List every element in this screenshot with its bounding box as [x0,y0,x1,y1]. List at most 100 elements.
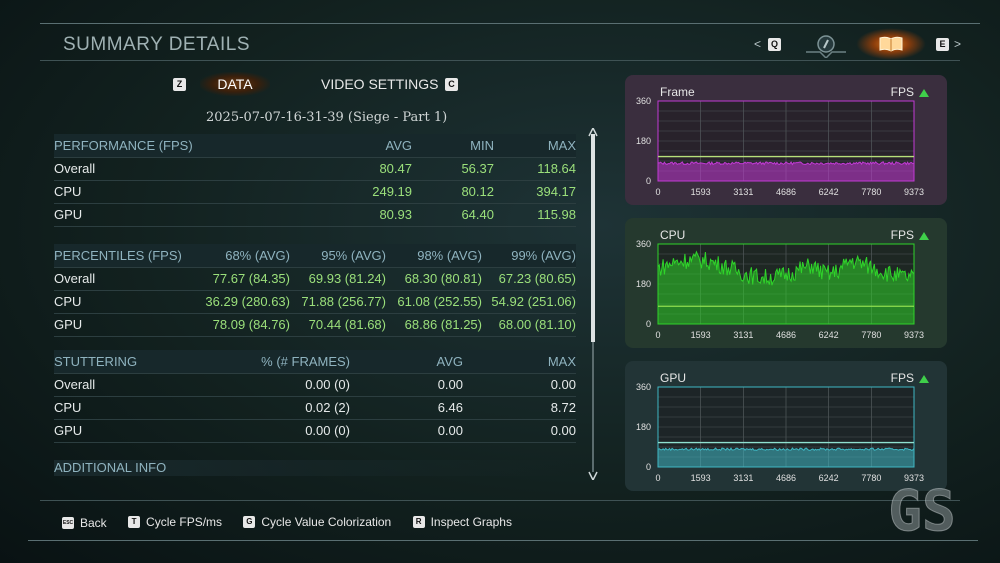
footer-label: Cycle Value Colorization [261,515,392,529]
cell: 249.19 [274,180,412,204]
prev-tab-key[interactable]: Z [173,78,186,91]
footer-inspect-graphs[interactable]: R Inspect Graphs [412,515,512,529]
stuttering-title: STUTTERING [54,350,202,374]
col-percent-frames: % (# FRAMES) [202,350,350,374]
cell: 64.40 [412,203,494,227]
cell: 80.12 [412,180,494,204]
tab-video-settings[interactable]: VIDEO SETTINGS [321,72,438,96]
x-tick-label: 3131 [733,330,753,340]
book-icon[interactable] [856,28,926,60]
next-tab-key[interactable]: C [445,78,458,91]
series-area [658,448,914,467]
cell: 70.44 (81.68) [290,313,386,337]
graph-unit: FPS [890,228,914,242]
col-p98: 98% (AVG) [386,244,482,268]
y-tick-label: 360 [636,239,651,249]
y-tick-label: 0 [646,462,651,472]
graph-title: GPU [660,371,687,385]
stuttering-table: STUTTERING % (# FRAMES) AVG MAX Overall … [54,350,576,443]
performance-table: PERFORMANCE (FPS) AVG MIN MAX Overall 80… [54,134,576,227]
x-tick-label: 3131 [733,187,753,197]
t-key: T [128,516,141,528]
x-tick-label: 4686 [776,187,796,197]
y-tick-label: 180 [636,136,651,146]
x-tick-label: 1593 [691,330,711,340]
footer-label: Back [80,516,107,530]
row-label: Overall [54,157,274,181]
cell: 78.09 (84.76) [202,313,290,337]
col-p95: 95% (AVG) [290,244,386,268]
row-label: GPU [54,419,202,443]
table-row: GPU 80.93 64.40 115.98 [54,203,576,227]
cell: 6.46 [350,396,463,420]
cell: 80.93 [274,203,412,227]
cpu-graph-panel[interactable]: 360 180 0 0 1593 3131 4686 6242 7780 9373 CPU FPS [625,218,947,348]
tab-bar: Z DATA VIDEO SETTINGS C [172,72,472,96]
next-page-key[interactable]: E [936,38,949,51]
footer-cycle-fps[interactable]: T Cycle FPS/ms [128,515,222,529]
col-max: MAX [494,134,576,158]
cell: 0.00 [463,419,576,443]
table-row: CPU 36.29 (280.63) 71.88 (256.77) 61.08 … [54,290,576,314]
y-tick-label: 0 [646,319,651,329]
cell: 118.64 [494,157,576,181]
x-tick-label: 1593 [691,187,711,197]
g-key: G [243,516,256,528]
additional-info-header: ADDITIONAL INFO [54,460,576,476]
watermark-text: GS [888,480,955,540]
cell: 0.02 (2) [202,396,350,420]
col-avg: AVG [350,350,463,374]
row-label: Overall [54,373,202,397]
page-title: SUMMARY DETAILS [63,34,250,55]
cell: 115.98 [494,203,576,227]
table-row: Overall 80.47 56.37 118.64 [54,157,576,181]
percentiles-title: PERCENTILES (FPS) [54,244,202,268]
footer-label: Inspect Graphs [430,515,512,529]
percentiles-header: PERCENTILES (FPS) 68% (AVG) 95% (AVG) 98… [54,244,576,268]
y-tick-label: 180 [636,279,651,289]
cell: 56.37 [412,157,494,181]
x-tick-label: 3131 [733,473,753,483]
cell: 0.00 (0) [202,373,350,397]
y-tick-label: 0 [646,176,651,186]
y-tick-label: 180 [636,422,651,432]
tab-data[interactable]: DATA [200,72,270,96]
footer-cycle-colorization[interactable]: G Cycle Value Colorization [243,515,391,529]
table-row: Overall 0.00 (0) 0.00 0.00 [54,373,576,397]
gpu-graph-panel[interactable]: 360 180 0 0 1593 3131 4686 6242 7780 9373 GPU FPS [625,361,947,491]
col-avg: AVG [274,134,412,158]
x-tick-label: 6242 [819,187,839,197]
cell: 69.93 (81.24) [290,267,386,291]
triangle-up-icon [919,375,929,383]
top-nav: < Q E > [752,28,972,62]
frame-graph-panel[interactable]: 360 180 0 0 1593 3131 4686 6242 7780 9373 Frame F… [625,75,947,205]
row-label: GPU [54,203,274,227]
cell: 68.30 (80.81) [386,267,482,291]
graph-unit: FPS [890,371,914,385]
prev-page-key[interactable]: Q [768,38,781,51]
compass-icon[interactable] [804,32,848,60]
x-tick-label: 0 [655,473,660,483]
performance-title: PERFORMANCE (FPS) [54,134,274,158]
x-tick-label: 6242 [819,473,839,483]
triangle-up-icon [919,232,929,240]
graph-title: Frame [660,85,695,99]
table-row: Overall 77.67 (84.35) 69.93 (81.24) 68.3… [54,267,576,291]
cell: 67.23 (80.65) [482,267,576,291]
col-max: MAX [463,350,576,374]
cell: 0.00 (0) [202,419,350,443]
x-tick-label: 4686 [776,473,796,483]
scrollbar[interactable] [588,126,598,482]
footer-controls: ESC Back T Cycle FPS/ms G Cycle Value Color… [62,513,530,530]
x-tick-label: 0 [655,187,660,197]
x-tick-label: 4686 [776,330,796,340]
table-row: GPU 78.09 (84.76) 70.44 (81.68) 68.86 (8… [54,313,576,337]
x-tick-label: 9373 [904,330,924,340]
x-tick-label: 7780 [861,187,881,197]
row-label: Overall [54,267,202,291]
x-tick-label: 9373 [904,187,924,197]
cell: 0.00 [350,373,463,397]
chevron-left-icon: < [754,37,762,51]
footer-label: Cycle FPS/ms [146,515,223,529]
footer-back[interactable]: ESC Back [62,516,107,530]
